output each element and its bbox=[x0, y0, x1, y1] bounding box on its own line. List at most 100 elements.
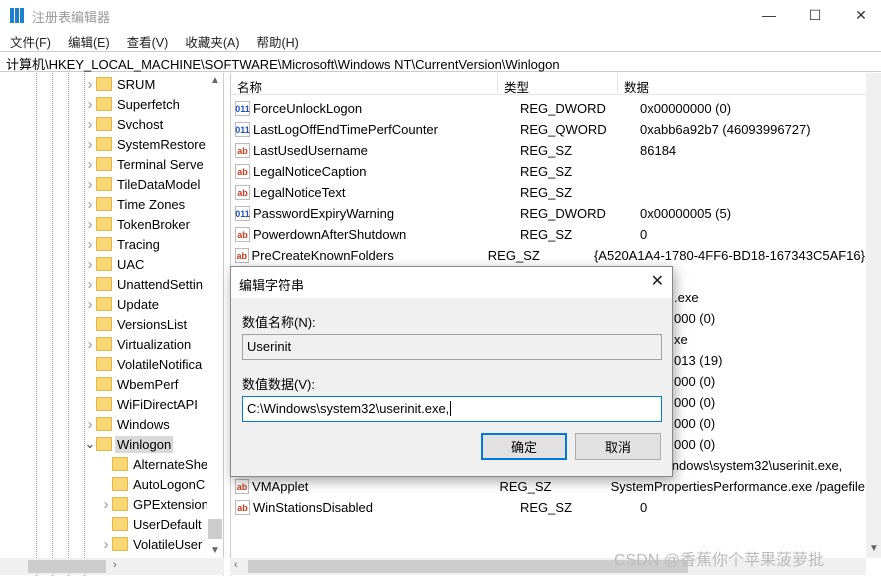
string-value-icon: ab bbox=[235, 164, 250, 179]
chevron-right-icon[interactable]: › bbox=[84, 196, 96, 213]
list-row-obscured-data: 000 (0) bbox=[674, 437, 716, 452]
column-header-name[interactable]: 名称 bbox=[231, 73, 498, 95]
string-value-icon: ab bbox=[235, 500, 250, 515]
list-row[interactable]: ab LegalNoticeCaption REG_SZ bbox=[235, 161, 865, 182]
tree-scroll-thumb[interactable] bbox=[208, 519, 222, 539]
folder-icon bbox=[96, 137, 112, 151]
column-header-data[interactable]: 数据 bbox=[618, 73, 867, 95]
list-row[interactable]: ab VMApplet REG_SZ SystemPropertiesPerforma… bbox=[235, 476, 865, 497]
scroll-left-icon[interactable]: ‹ bbox=[234, 559, 238, 571]
tree-guide-line bbox=[36, 73, 37, 576]
menu-file[interactable]: 文件(F) bbox=[0, 30, 58, 50]
scroll-right-icon[interactable]: › bbox=[113, 559, 117, 571]
tree-item[interactable]: › TokenBroker bbox=[84, 214, 192, 234]
tree-item[interactable]: › Terminal Serve bbox=[84, 154, 206, 174]
tree-item[interactable]: › Time Zones bbox=[84, 194, 187, 214]
tree-item[interactable]: › Tracing bbox=[84, 234, 162, 254]
value-type: REG_SZ bbox=[499, 479, 552, 494]
tree-item-label: AutoLogonC bbox=[133, 476, 206, 492]
tree-item-label: SystemRestore bbox=[117, 136, 206, 152]
chevron-right-icon[interactable]: › bbox=[84, 76, 96, 93]
chevron-right-icon[interactable]: › bbox=[84, 296, 96, 313]
chevron-right-icon[interactable]: › bbox=[84, 216, 96, 233]
value-name-field[interactable]: Userinit bbox=[242, 334, 662, 360]
tree-item[interactable]: › UnattendSettin bbox=[84, 274, 205, 294]
tree-item[interactable]: WiFiDirectAPI bbox=[84, 394, 200, 414]
chevron-right-icon[interactable]: › bbox=[84, 236, 96, 253]
tree-horizontal-scrollbar[interactable]: › bbox=[0, 558, 224, 575]
maximize-button[interactable]: ☐ bbox=[792, 0, 838, 30]
tree-item[interactable]: › Superfetch bbox=[84, 94, 182, 114]
list-row[interactable]: ab PreCreateKnownFolders REG_SZ {A520A1A4-1… bbox=[235, 245, 865, 266]
folder-icon bbox=[96, 97, 112, 111]
tree-child-item[interactable]: › GPExtension bbox=[100, 494, 211, 514]
chevron-right-icon[interactable]: › bbox=[84, 96, 96, 113]
chevron-right-icon[interactable]: › bbox=[84, 336, 96, 353]
tree-item[interactable]: › TileDataModel bbox=[84, 174, 202, 194]
list-row[interactable]: ab PowerdownAfterShutdown REG_SZ 0 bbox=[235, 224, 865, 245]
chevron-right-icon[interactable]: › bbox=[84, 256, 96, 273]
column-header-type[interactable]: 类型 bbox=[498, 73, 618, 95]
tree-item[interactable]: VolatileNotifica bbox=[84, 354, 204, 374]
menu-view[interactable]: 查看(V) bbox=[117, 30, 176, 50]
chevron-right-icon[interactable]: › bbox=[84, 416, 96, 433]
tree-child-item[interactable]: UserDefault bbox=[100, 514, 204, 534]
tree-item[interactable]: › SystemRestore bbox=[84, 134, 208, 154]
list-vertical-scrollbar[interactable]: ▼ bbox=[866, 73, 881, 558]
tree-item[interactable]: VersionsList bbox=[84, 314, 189, 334]
address-bar[interactable]: 计算机\HKEY_LOCAL_MACHINE\SOFTWARE\Microsof… bbox=[0, 51, 881, 72]
list-row[interactable]: ab WinStationsDisabled REG_SZ 0 bbox=[235, 497, 865, 518]
tree-item[interactable]: › Update bbox=[84, 294, 161, 314]
chevron-right-icon[interactable]: › bbox=[84, 176, 96, 193]
scroll-down-icon[interactable]: ▼ bbox=[210, 545, 220, 556]
list-row[interactable]: 011 PasswordExpiryWarning REG_DWORD 0x00000… bbox=[235, 203, 865, 224]
tree-vertical-scrollbar[interactable]: ▲ ▼ bbox=[207, 73, 223, 558]
value-data-text: C:\Windows\system32\userinit.exe, bbox=[247, 401, 450, 416]
menu-edit[interactable]: 编辑(E) bbox=[58, 30, 117, 50]
string-value-icon: ab bbox=[235, 227, 250, 242]
chevron-right-icon[interactable]: › bbox=[84, 156, 96, 173]
tree-item[interactable]: › UAC bbox=[84, 254, 146, 274]
value-type: REG_DWORD bbox=[520, 206, 606, 221]
close-button[interactable]: ✕ bbox=[838, 0, 881, 30]
tree-item-label: Virtualization bbox=[117, 336, 192, 352]
tree-child-item[interactable]: › VolatileUser bbox=[100, 534, 204, 554]
menu-help[interactable]: 帮助(H) bbox=[246, 30, 305, 50]
list-row[interactable]: ab LegalNoticeText REG_SZ bbox=[235, 182, 865, 203]
chevron-down-icon[interactable]: ⌄ bbox=[84, 436, 96, 452]
folder-icon bbox=[96, 257, 112, 271]
value-name: VMApplet bbox=[252, 479, 309, 494]
tree-item[interactable]: ⌄ Winlogon bbox=[84, 434, 174, 454]
list-row[interactable]: 011 ForceUnlockLogon REG_DWORD 0x00000000 (… bbox=[235, 98, 865, 119]
ok-button[interactable]: 确定 bbox=[481, 433, 567, 460]
chevron-right-icon[interactable]: › bbox=[84, 276, 96, 293]
cancel-button[interactable]: 取消 bbox=[575, 433, 661, 460]
scroll-up-icon[interactable]: ▲ bbox=[210, 75, 220, 86]
tree-item[interactable]: › Virtualization bbox=[84, 334, 193, 354]
list-row[interactable]: 011 LastLogOffEndTimePerfCounter REG_QWORD… bbox=[235, 119, 865, 140]
scroll-down-icon[interactable]: ▼ bbox=[869, 543, 879, 554]
tree-hscroll-thumb[interactable] bbox=[28, 560, 106, 573]
tree-child-item[interactable]: AutoLogonC bbox=[100, 474, 207, 494]
chevron-right-icon[interactable]: › bbox=[100, 496, 112, 513]
value-name: PasswordExpiryWarning bbox=[253, 206, 395, 221]
value-data-input[interactable]: C:\Windows\system32\userinit.exe, bbox=[242, 396, 662, 422]
folder-icon bbox=[96, 157, 112, 171]
tree-item[interactable]: › Windows bbox=[84, 414, 172, 434]
edit-string-dialog: 编辑字符串 ✕ 数值名称(N): Userinit 数值数据(V): C:\Wi… bbox=[230, 266, 673, 477]
menu-favorites[interactable]: 收藏夹(A) bbox=[175, 30, 246, 50]
tree-item-label: AlternateShe bbox=[133, 456, 209, 472]
tree-item[interactable]: › SRUM bbox=[84, 74, 157, 94]
tree-child-item[interactable]: AlternateShe bbox=[100, 454, 210, 474]
chevron-right-icon[interactable]: › bbox=[100, 536, 112, 553]
minimize-button[interactable]: — bbox=[746, 0, 792, 30]
tree-item[interactable]: › Svchost bbox=[84, 114, 165, 134]
tree-item[interactable]: WbemPerf bbox=[84, 374, 180, 394]
chevron-right-icon[interactable]: › bbox=[84, 136, 96, 153]
chevron-right-icon[interactable]: › bbox=[84, 116, 96, 133]
binary-value-icon: 011 bbox=[235, 206, 250, 221]
list-row[interactable]: ab LastUsedUsername REG_SZ 86184 bbox=[235, 140, 865, 161]
dialog-close-icon[interactable]: ✕ bbox=[651, 271, 664, 291]
value-data: 0 bbox=[640, 227, 648, 242]
folder-icon bbox=[96, 217, 112, 231]
